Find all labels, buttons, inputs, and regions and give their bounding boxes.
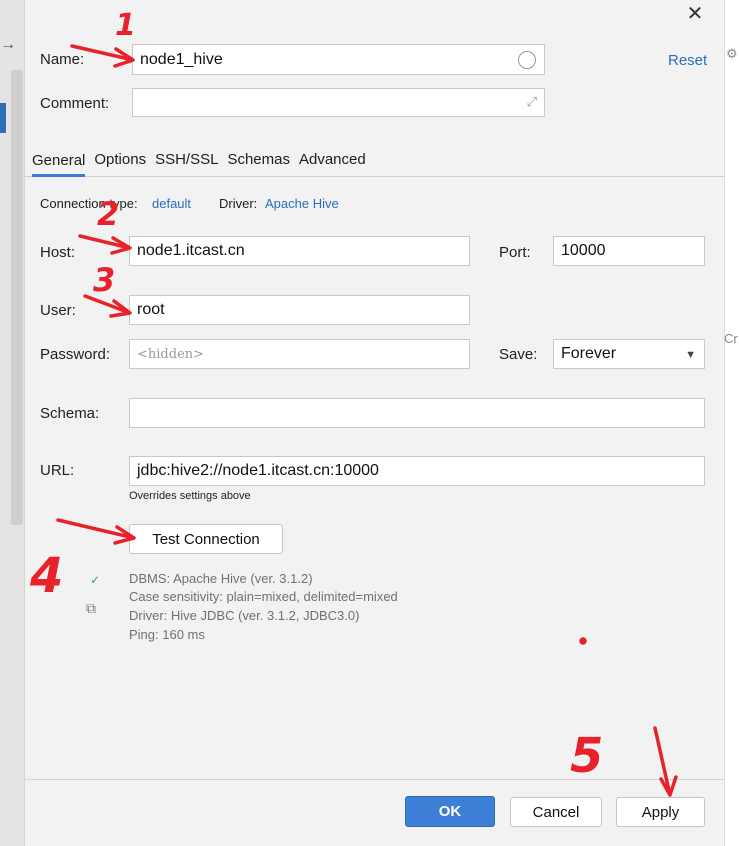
password-field[interactable]: <hidden> [129, 339, 470, 369]
port-label: Port: [499, 244, 531, 261]
result-ping: Ping: 160 ms [129, 627, 205, 642]
url-field[interactable]: jdbc:hive2://node1.itcast.cn:10000 [129, 456, 705, 486]
settings-icon[interactable]: ⚙ [726, 46, 739, 66]
user-field[interactable]: root [129, 295, 470, 325]
arrow-right-icon[interactable]: → [0, 36, 18, 58]
save-value: Forever [561, 345, 617, 362]
ok-button[interactable]: OK [405, 796, 495, 827]
left-scrollbar[interactable] [11, 70, 23, 525]
user-value: root [137, 301, 165, 318]
save-select[interactable]: Forever ▼ [553, 339, 705, 369]
comment-field[interactable]: ⤢ [132, 88, 545, 117]
password-label: Password: [40, 346, 111, 363]
close-icon[interactable]: ✕ [684, 3, 706, 25]
connection-type-link[interactable]: default [152, 196, 191, 211]
tab-ssh-ssl[interactable]: SSH/SSL [155, 147, 218, 172]
tab-bar: General Options SSH/SSL Schemas Advanced [25, 143, 724, 177]
tab-schemas[interactable]: Schemas [227, 147, 290, 172]
cancel-button[interactable]: Cancel [510, 797, 602, 827]
number-1-annotation: 1 [115, 8, 136, 43]
host-label: Host: [40, 244, 76, 261]
footer-divider [25, 779, 724, 780]
schema-field[interactable] [129, 398, 705, 428]
url-label: URL: [40, 462, 75, 479]
apply-button[interactable]: Apply [616, 797, 705, 827]
driver-link[interactable]: Apache Hive [265, 196, 339, 211]
result-dbms: DBMS: Apache Hive (ver. 3.1.2) [129, 571, 313, 586]
number-5-annotation: 5 [570, 728, 603, 784]
name-label: Name: [40, 51, 85, 68]
test-connection-button[interactable]: Test Connection [129, 524, 283, 554]
tab-options[interactable]: Options [94, 147, 146, 172]
arrow-4-annotation [56, 518, 136, 545]
port-field[interactable]: 10000 [553, 236, 705, 266]
reset-link[interactable]: Reset [668, 52, 707, 69]
right-partial-text: Cr [724, 331, 738, 346]
chevron-down-icon: ▼ [685, 349, 696, 361]
expand-icon[interactable]: ⤢ [527, 94, 537, 110]
comment-label: Comment: [40, 95, 110, 112]
number-3-annotation: 3 [93, 261, 115, 299]
right-panel [724, 0, 739, 846]
port-value: 10000 [561, 242, 606, 259]
number-4-annotation: 4 [29, 548, 63, 604]
host-value: node1.itcast.cn [137, 242, 245, 259]
schema-label: Schema: [40, 405, 100, 422]
tab-general[interactable]: General [32, 148, 86, 177]
password-placeholder: <hidden> [137, 346, 205, 362]
red-dot-annotation [579, 637, 587, 645]
url-note: Overrides settings above [129, 490, 251, 502]
url-value: jdbc:hive2://node1.itcast.cn:10000 [137, 462, 379, 479]
circle-icon[interactable] [518, 51, 536, 69]
copy-icon[interactable]: ⧉ [86, 600, 102, 616]
arrow-3-annotation [83, 294, 132, 318]
tab-advanced[interactable]: Advanced [299, 147, 366, 172]
connection-type-label: Connection type: [40, 196, 138, 211]
check-icon: ✓ [90, 573, 101, 587]
name-value: node1_hive [140, 50, 223, 68]
left-selection-marker [0, 103, 6, 133]
name-field[interactable]: node1_hive [132, 44, 545, 75]
save-label: Save: [499, 346, 538, 363]
driver-label: Driver: [219, 196, 258, 211]
result-case-sensitivity: Case sensitivity: plain=mixed, delimited… [129, 589, 398, 604]
host-field[interactable]: node1.itcast.cn [129, 236, 470, 266]
result-driver: Driver: Hive JDBC (ver. 3.1.2, JDBC3.0) [129, 608, 360, 623]
user-label: User: [40, 302, 76, 319]
arrow-2-annotation [78, 234, 132, 255]
arrow-5-annotation [653, 726, 678, 797]
